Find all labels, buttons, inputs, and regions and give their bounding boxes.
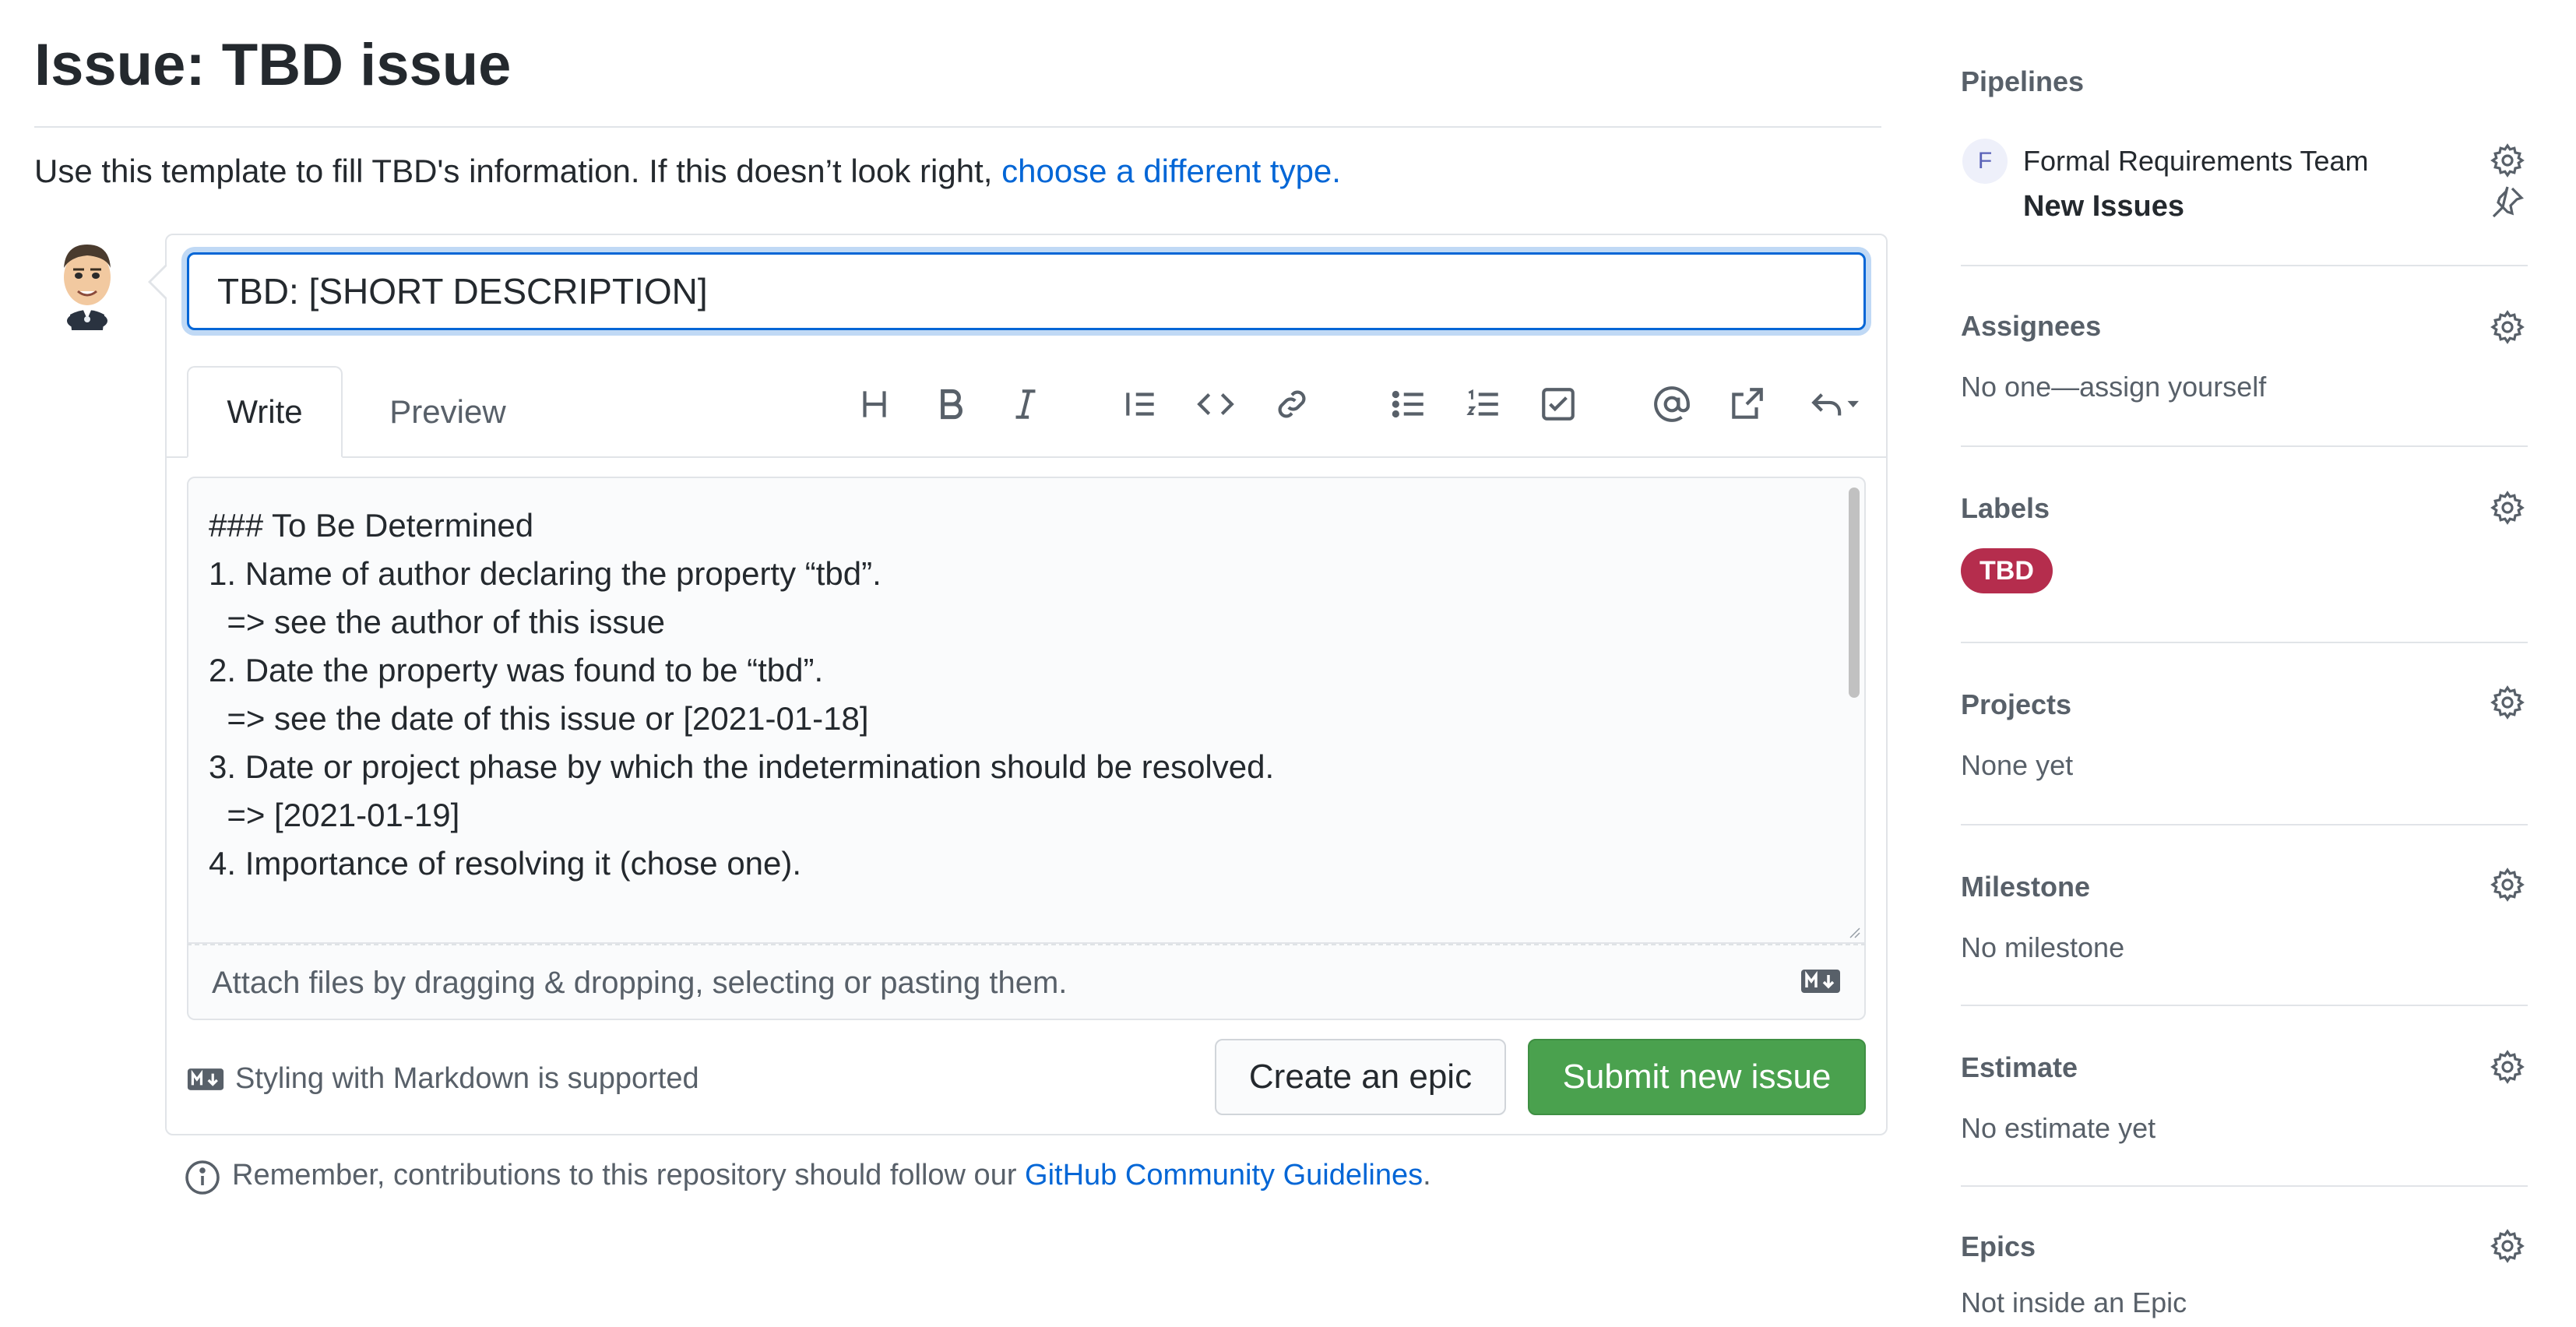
resize-grip-icon[interactable] <box>1846 924 1861 939</box>
epics-value: Not inside an Epic <box>1961 1287 2187 1318</box>
submit-issue-button[interactable]: Submit new issue <box>1528 1039 1866 1115</box>
assignees-heading: Assignees <box>1961 310 2102 342</box>
info-icon <box>185 1160 220 1195</box>
milestone-heading: Milestone <box>1961 871 2091 903</box>
milestone-gear-icon[interactable] <box>2489 866 2526 903</box>
contribution-note: Remember, contributions to this reposito… <box>232 1159 1431 1191</box>
issue-body-text: ### To Be Determined 1. Name of author de… <box>209 507 1275 882</box>
sidebar-divider <box>1961 1185 2528 1187</box>
assignees-value[interactable]: No one—assign yourself <box>1961 371 2266 403</box>
template-intro: Use this template to fill TBD's informat… <box>34 153 1341 190</box>
create-epic-button[interactable]: Create an epic <box>1215 1039 1506 1115</box>
sidebar-divider <box>1961 445 2528 447</box>
attach-files-bar[interactable]: Attach files by dragging & dropping, sel… <box>187 944 1866 1020</box>
pipelines-heading: Pipelines <box>1961 65 2085 97</box>
choose-type-link[interactable]: choose a different type. <box>1001 153 1341 189</box>
community-guidelines-link[interactable]: GitHub Community Guidelines <box>1025 1159 1423 1191</box>
form-caret-inner <box>151 266 167 297</box>
markdown-supported-text: Styling with Markdown is supported <box>235 1062 699 1095</box>
labels-gear-icon[interactable] <box>2489 489 2526 526</box>
projects-heading: Projects <box>1961 688 2072 720</box>
title-divider <box>34 126 1881 128</box>
task-list-icon[interactable] <box>1531 377 1585 431</box>
numbered-list-icon[interactable] <box>1456 377 1511 431</box>
issue-body-textarea[interactable]: ### To Be Determined 1. Name of author de… <box>187 477 1866 944</box>
issue-title-input[interactable] <box>187 252 1866 330</box>
saved-reply-icon[interactable] <box>1804 377 1866 431</box>
sidebar-divider <box>1961 824 2528 825</box>
markdown-icon <box>1801 970 1840 993</box>
quote-icon[interactable] <box>1114 377 1168 431</box>
epics-gear-icon[interactable] <box>2489 1227 2526 1265</box>
assignees-gear-icon[interactable] <box>2489 308 2526 346</box>
pipelines-gear-icon[interactable] <box>2489 142 2526 179</box>
intro-text: Use this template to fill TBD's informat… <box>34 153 1002 189</box>
markdown-support-icon <box>187 1068 224 1090</box>
tab-preview[interactable]: Preview <box>366 366 530 458</box>
italic-icon[interactable] <box>998 377 1053 431</box>
heading-icon[interactable] <box>847 377 902 431</box>
epics-heading: Epics <box>1961 1230 2036 1262</box>
pin-icon[interactable] <box>2489 184 2526 221</box>
page-title: Issue: TBD issue <box>34 32 512 98</box>
mention-icon[interactable] <box>1645 377 1699 431</box>
estimate-gear-icon[interactable] <box>2489 1048 2526 1086</box>
milestone-value: No milestone <box>1961 931 2125 963</box>
estimate-value: No estimate yet <box>1961 1112 2156 1144</box>
label-tbd[interactable]: TBD <box>1961 548 2053 593</box>
editor-scrollbar[interactable] <box>1849 488 1860 698</box>
bold-icon[interactable] <box>924 377 978 431</box>
link-icon[interactable] <box>1265 377 1319 431</box>
tab-write[interactable]: Write <box>187 366 343 458</box>
projects-value: None yet <box>1961 749 2074 781</box>
pipeline-team: Formal Requirements Team <box>2023 145 2369 177</box>
sidebar-divider <box>1961 265 2528 266</box>
sidebar-divider <box>1961 1005 2528 1006</box>
pipeline-stage[interactable]: New Issues <box>2023 190 2184 224</box>
user-avatar <box>64 245 111 330</box>
attach-files-text: Attach files by dragging & dropping, sel… <box>212 966 1068 1000</box>
projects-gear-icon[interactable] <box>2489 684 2526 721</box>
cross-reference-icon[interactable] <box>1719 377 1774 431</box>
team-avatar: F <box>1962 139 2008 184</box>
estimate-heading: Estimate <box>1961 1051 2078 1083</box>
code-icon[interactable] <box>1188 377 1243 431</box>
labels-heading: Labels <box>1961 492 2050 524</box>
sidebar-divider <box>1961 642 2528 643</box>
bulleted-list-icon[interactable] <box>1381 377 1436 431</box>
